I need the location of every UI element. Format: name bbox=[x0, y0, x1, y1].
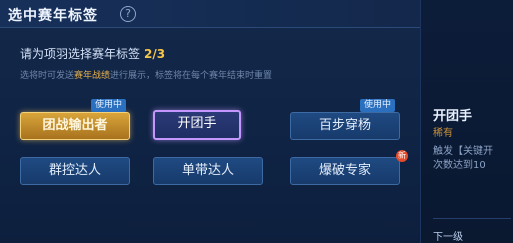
selection-count: 2/3 bbox=[144, 47, 166, 61]
hint-text: 选将时可发送赛年战绩进行展示，标签将在每个赛年结束时重置 bbox=[20, 68, 272, 81]
detail-title: 开团手 bbox=[433, 109, 473, 124]
tag-button-crowd-control[interactable]: 群控达人 bbox=[20, 157, 130, 185]
next-level-label: 下一级 bbox=[433, 232, 463, 243]
instruction-label: 请为项羽选择赛年标签 bbox=[20, 47, 141, 61]
new-badge-icon: 新 bbox=[396, 150, 408, 162]
instruction-text: 请为项羽选择赛年标签 2/3 bbox=[20, 45, 165, 62]
in-use-badge: 使用中 bbox=[360, 99, 396, 112]
detail-rarity: 稀有 bbox=[433, 128, 453, 139]
hint-highlight: 赛年战绩 bbox=[74, 71, 111, 81]
hint-after: 进行展示，标签将在每个赛年结束时重置 bbox=[110, 71, 273, 81]
hint-before: 选将时可发送 bbox=[20, 71, 75, 81]
tag-button-hundred-step[interactable]: 百步穿杨 bbox=[290, 112, 400, 140]
tag-button-split-push[interactable]: 单带达人 bbox=[153, 157, 263, 185]
in-use-badge: 使用中 bbox=[91, 99, 127, 112]
tag-button-demolition[interactable]: 爆破专家 bbox=[290, 157, 400, 185]
detail-desc-line1: 触发【关键开 bbox=[433, 146, 493, 157]
detail-desc-line2: 次数达到10 bbox=[433, 160, 486, 171]
tag-button-team-damage[interactable]: 团战输出者 bbox=[20, 112, 130, 140]
detail-description: 触发【关键开 次数达到10 bbox=[433, 145, 513, 173]
title-bar: 选中赛年标签 ? bbox=[0, 0, 420, 28]
divider bbox=[433, 218, 511, 219]
page-title: 选中赛年标签 bbox=[8, 8, 98, 24]
tag-selection-panel: 选中赛年标签 ? 请为项羽选择赛年标签 2/3 选将时可发送赛年战绩进行展示，标签… bbox=[0, 0, 420, 243]
help-icon[interactable]: ? bbox=[120, 6, 136, 22]
tag-detail-panel: 开团手 稀有 触发【关键开 次数达到10 下一级 bbox=[420, 0, 513, 243]
tag-button-initiator[interactable]: 开团手 bbox=[153, 110, 241, 140]
